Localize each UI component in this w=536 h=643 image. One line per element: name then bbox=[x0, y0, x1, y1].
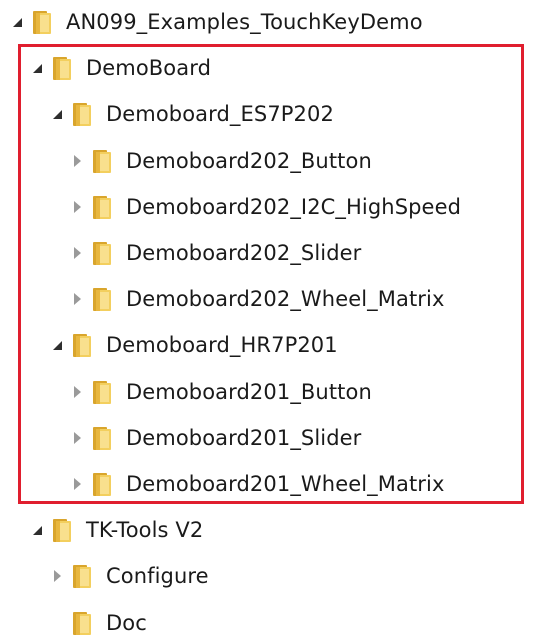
selection-highlight-box bbox=[18, 44, 524, 504]
folder-icon bbox=[53, 519, 71, 543]
tree-item-label: AN099_Examples_TouchKeyDemo bbox=[66, 10, 423, 34]
tree-item[interactable]: Doc bbox=[48, 603, 147, 643]
tree-item-label: TK-Tools V2 bbox=[86, 518, 204, 543]
folder-icon bbox=[33, 11, 51, 34]
tree-item[interactable]: AN099_Examples_TouchKeyDemo bbox=[8, 2, 423, 42]
folder-icon bbox=[73, 565, 91, 589]
tree-item[interactable]: TK-Tools V2 bbox=[28, 510, 203, 550]
toggle-spacer bbox=[48, 615, 66, 631]
expand-arrow-icon[interactable] bbox=[28, 522, 46, 538]
folder-icon bbox=[73, 611, 91, 635]
expand-arrow-icon[interactable] bbox=[8, 14, 26, 30]
tree-item[interactable]: Configure bbox=[48, 556, 209, 596]
collapse-arrow-icon[interactable] bbox=[48, 568, 66, 584]
tree-item-label: Doc bbox=[106, 610, 147, 635]
tree-item-label: Configure bbox=[106, 564, 209, 589]
